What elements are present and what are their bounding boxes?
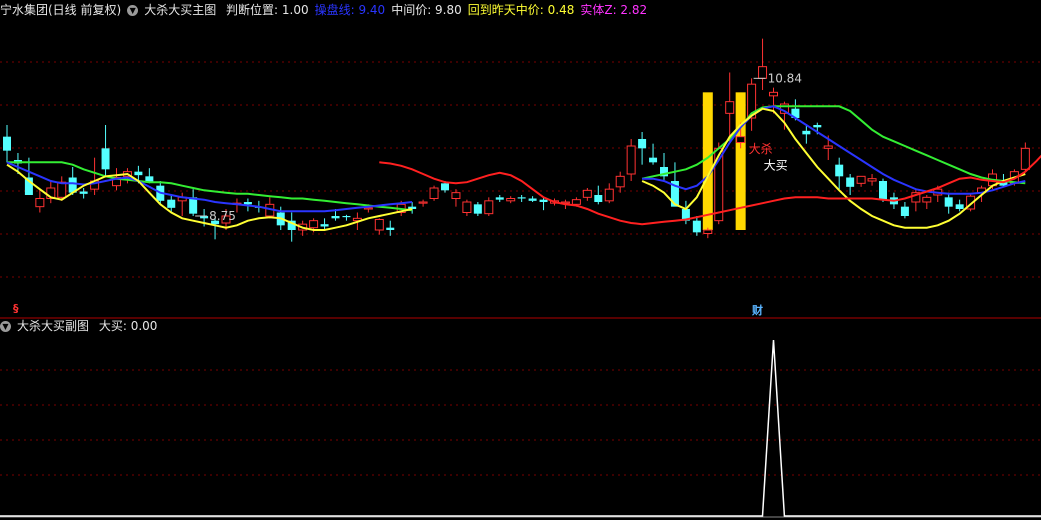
candle-body-34: [374, 219, 384, 231]
candle-body-55: [604, 188, 614, 202]
blue-line-right: [642, 105, 1026, 195]
low-price-label: 8.75: [209, 209, 236, 223]
candle-body-93: [1020, 147, 1030, 170]
candle-body-3: [35, 198, 45, 208]
candle-body-67: [736, 136, 746, 144]
candle-body-40: [441, 183, 449, 191]
candle-body-45: [495, 197, 504, 200]
stock-title[interactable]: 宁水集团(日线 前复权): [0, 3, 121, 17]
candle-body-0: [3, 136, 11, 151]
sub-indicator-name[interactable]: 大杀大买副图: [17, 319, 89, 333]
sub-indicator-value-0: 大买: 0.00: [98, 319, 158, 333]
finance-marker[interactable]: 财: [752, 302, 763, 318]
candle-body-75: [823, 145, 833, 149]
sub-buy-series-line: [0, 339, 1041, 517]
indicator-dropdown-icon[interactable]: ▼: [127, 5, 139, 16]
candle-body-76: [835, 164, 844, 177]
green-line-left: [7, 161, 413, 212]
candle-body-44: [484, 200, 494, 215]
candle-body-64: [703, 229, 713, 234]
sub-chart-header: ▼ 大杀大买副图 大买: 0.00: [0, 317, 169, 335]
green-line-right: [641, 105, 1026, 185]
candle-body-73: [802, 130, 811, 135]
candle-body-79: [867, 178, 877, 182]
candle-body-35: [386, 227, 395, 230]
candle-body-42: [462, 201, 472, 213]
candle-body-7: [79, 191, 88, 194]
candle-body-38: [418, 201, 428, 204]
candle-body-54: [594, 195, 603, 202]
candle-body-41: [451, 192, 461, 200]
candle-body-52: [571, 199, 581, 205]
candle-body-48: [528, 198, 537, 201]
candle-body-69: [758, 66, 768, 79]
candle-body-15: [167, 199, 176, 208]
candle-body-57: [626, 145, 636, 175]
highlight-bar-0: [702, 92, 713, 230]
kline-chart: 10.84 8.75 大杀大买: [0, 38, 1041, 518]
main-indicator-value-4: 实体Z: 2.82: [580, 3, 648, 17]
main-chart-header: 宁水集团(日线 前复权) ▼ 大杀大买主图 判断位置: 1.00 操盘线: 9.40 中…: [0, 1, 659, 19]
main-indicator-value-0: 判断位置: 1.00: [226, 3, 309, 17]
candle-body-49: [539, 199, 548, 202]
candle-body-86: [944, 197, 953, 207]
candle-body-9: [101, 148, 110, 170]
sell-signal-label: 大杀: [749, 141, 773, 156]
candle-body-84: [922, 196, 932, 203]
candle-body-77: [846, 177, 855, 187]
yellow-line-right: [641, 107, 1026, 229]
candle-body-39: [429, 187, 439, 199]
candle-body-82: [900, 206, 909, 216]
candle-body-56: [615, 175, 625, 188]
main-indicator-values: 判断位置: 1.00 操盘线: 9.40 中间价: 9.80 回到昨天中价: 0.48…: [226, 3, 653, 17]
sub-indicator-values: 大买: 0.00: [99, 319, 164, 333]
main-indicator-value-3: 回到昨天中价: 0.48: [467, 3, 575, 17]
candle-body-78: [856, 175, 866, 184]
candle-body-80: [879, 181, 887, 200]
candle-body-46: [506, 198, 516, 202]
sub-indicator-dropdown-icon[interactable]: ▼: [0, 321, 11, 332]
candle-body-63: [692, 220, 701, 233]
candle-body-87: [955, 204, 964, 209]
candle-body-53: [582, 189, 592, 198]
main-indicator-value-1: 操盘线: 9.40: [314, 3, 386, 17]
high-price-label: 10.84: [768, 71, 802, 85]
candle-body-12: [134, 171, 143, 176]
main-indicator-name[interactable]: 大杀大买主图: [144, 3, 216, 17]
candle-body-70: [769, 91, 778, 97]
candle-body-29: [320, 224, 329, 227]
candle-body-22: [243, 202, 252, 205]
buy-signal-label: 大买: [764, 158, 788, 172]
event-marker-left[interactable]: §: [13, 302, 19, 315]
candle-body-66: [725, 101, 735, 114]
candle-body-5: [57, 181, 67, 198]
main-indicator-value-2: 中间价: 9.80: [391, 3, 462, 17]
candle-body-59: [649, 157, 658, 163]
candle-body-30: [331, 216, 340, 219]
candle-body-47: [517, 197, 526, 199]
candle-body-43: [473, 204, 482, 214]
candle-body-28: [309, 220, 319, 229]
candle-body-31: [342, 216, 351, 218]
candle-body-74: [813, 125, 822, 128]
candle-body-58: [638, 139, 647, 149]
candle-body-33: [363, 207, 373, 210]
